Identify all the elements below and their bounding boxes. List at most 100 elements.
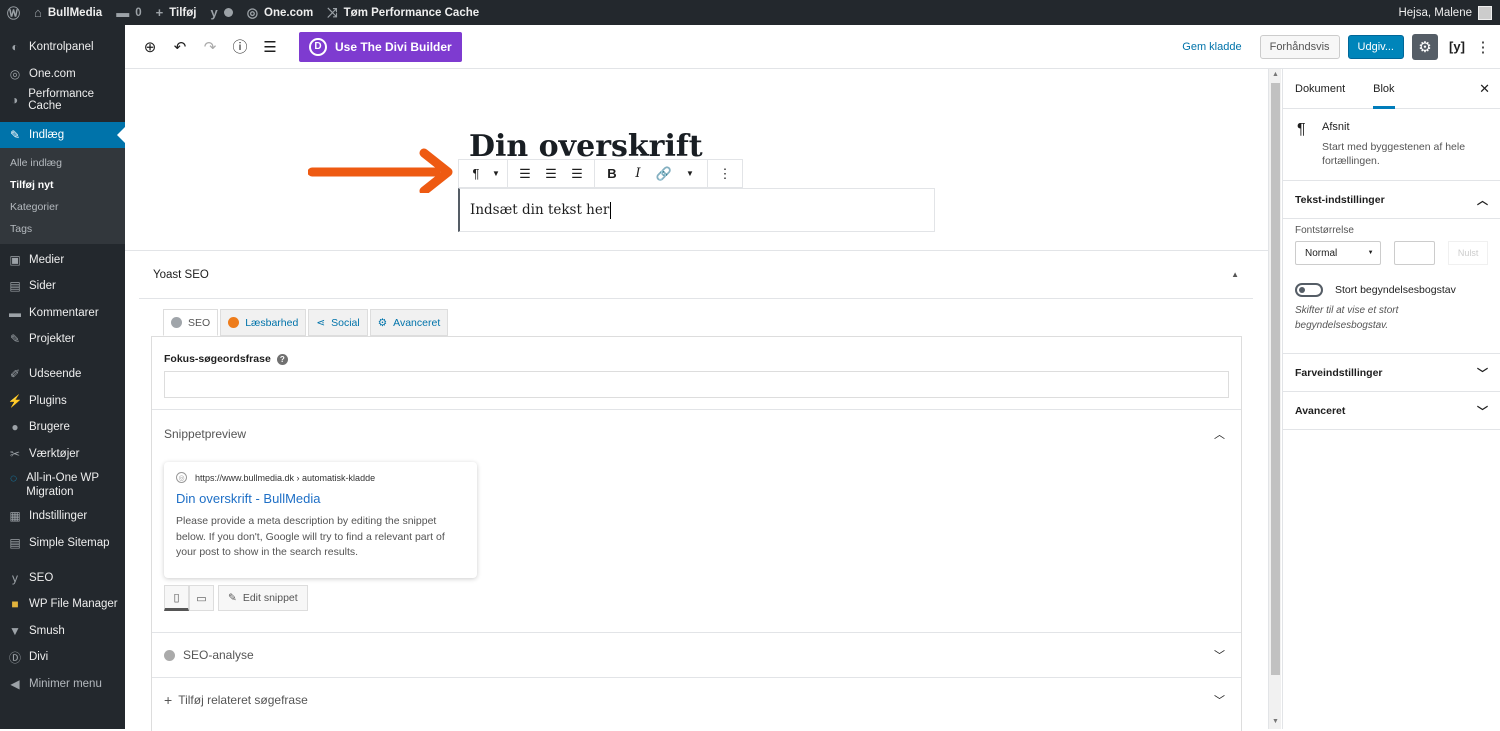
focus-keyphrase-input[interactable] bbox=[164, 371, 1229, 398]
custom-font-size-input[interactable] bbox=[1393, 241, 1436, 265]
sidebar-item-onecom[interactable]: ◎ One.com bbox=[0, 61, 125, 88]
collapse-menu-button[interactable]: ◀ Minimer menu bbox=[0, 671, 125, 698]
font-size-select[interactable]: Normal ▼ bbox=[1295, 241, 1381, 265]
sidebar-item-media[interactable]: ▣ Medier bbox=[0, 246, 125, 273]
sidebar-item-projects[interactable]: ✎ Projekter bbox=[0, 326, 125, 353]
paragraph-block[interactable]: Indsæt din tekst her bbox=[458, 188, 935, 232]
tab-readability[interactable]: Læsbarhed bbox=[220, 309, 307, 336]
more-formats-button[interactable]: ▼ bbox=[677, 161, 703, 187]
sidebar-item-performance-cache[interactable]: ◑ Performance Cache bbox=[0, 87, 125, 114]
onecom-link[interactable]: ◎ One.com bbox=[240, 0, 321, 25]
info-button[interactable]: ⓘ bbox=[227, 34, 253, 60]
italic-button[interactable]: I bbox=[625, 161, 651, 187]
add-block-button[interactable]: ⊕ bbox=[137, 34, 163, 60]
color-settings-header[interactable]: Farveindstillinger ﹀ bbox=[1283, 354, 1500, 392]
settings-toggle-button[interactable]: ⚙ bbox=[1412, 33, 1438, 60]
bold-button[interactable]: B bbox=[599, 161, 625, 187]
paragraph-transform-button[interactable]: ¶ bbox=[463, 161, 489, 187]
yoast-metabox-header[interactable]: Yoast SEO ▲ bbox=[139, 251, 1253, 299]
sidebar-item-dashboard[interactable]: ◐ Kontrolpanel bbox=[0, 34, 125, 61]
sidebar-item-users[interactable]: ● Brugere bbox=[0, 414, 125, 441]
arrow-annotation-icon bbox=[308, 148, 453, 193]
caret-down-icon: ▼ bbox=[492, 169, 500, 178]
submenu-add-new[interactable]: Tilføj nyt bbox=[0, 174, 125, 196]
yoast-icon: y bbox=[12, 570, 18, 585]
more-menu-button[interactable]: ⋮ bbox=[1476, 38, 1491, 56]
site-name-link[interactable]: ⌂ BullMedia bbox=[27, 0, 109, 25]
wordpress-logo[interactable]: Ⓦ bbox=[0, 0, 27, 25]
tab-social[interactable]: ⋖ Social bbox=[308, 309, 368, 336]
submenu-categories[interactable]: Kategorier bbox=[0, 196, 125, 218]
preview-button[interactable]: Forhåndsvis bbox=[1259, 34, 1340, 59]
yoast-seo-panel: Fokus-søgeordsfrase? Snippetpreview ︿ ◎ ht… bbox=[151, 336, 1242, 731]
save-draft-button[interactable]: Gem kladde bbox=[1182, 41, 1241, 53]
sidebar-item-migration[interactable]: ◌ All-in-One WP Migration bbox=[0, 467, 125, 503]
scrollbar-thumb[interactable] bbox=[1271, 83, 1280, 675]
tab-seo[interactable]: SEO bbox=[163, 309, 219, 336]
submenu-tags[interactable]: Tags bbox=[0, 218, 125, 240]
sidebar-item-settings[interactable]: ▦ Indstillinger bbox=[0, 503, 125, 530]
tab-block[interactable]: Blok bbox=[1373, 69, 1395, 109]
help-icon[interactable]: ? bbox=[276, 353, 288, 365]
divi-builder-button[interactable]: D Use The Divi Builder bbox=[299, 31, 462, 62]
align-left-button[interactable]: ☰ bbox=[512, 161, 538, 187]
page-icon: ▤ bbox=[9, 279, 21, 294]
sidebar-item-plugins[interactable]: ⚡ Plugins bbox=[0, 387, 125, 414]
editor-scrollbar[interactable]: ▲ ▼ bbox=[1268, 69, 1281, 729]
text-settings-body: Fontstørrelse Normal ▼ Nulst Stort begynd… bbox=[1283, 225, 1500, 354]
snippet-preview-card[interactable]: ◎ https://www.bullmedia.dk › automatisk-k… bbox=[164, 462, 477, 578]
scroll-up-icon[interactable]: ▲ bbox=[1272, 71, 1279, 78]
publish-button[interactable]: Udgiv... bbox=[1347, 34, 1404, 59]
sidebar-item-sitemap[interactable]: ▤ Simple Sitemap bbox=[0, 530, 125, 557]
snippet-url: ◎ https://www.bullmedia.dk › automatisk-k… bbox=[176, 472, 465, 483]
new-content-link[interactable]: + Tilføj bbox=[149, 0, 204, 25]
editor-canvas: Din overskrift ¶ ▼ ☰ ☰ ☰ B I 🔗 ▼ ⋮ Indsæ… bbox=[125, 69, 1268, 731]
outline-button[interactable]: ☰ bbox=[257, 34, 283, 60]
sidebar-item-comments[interactable]: ▬ Kommentarer bbox=[0, 300, 125, 327]
italic-icon: I bbox=[635, 166, 641, 181]
desktop-preview-button[interactable]: ▭ bbox=[189, 585, 214, 611]
tab-document[interactable]: Dokument bbox=[1295, 69, 1345, 109]
undo-button[interactable]: ↶ bbox=[167, 34, 193, 60]
sidebar-item-file-manager[interactable]: ■ WP File Manager bbox=[0, 591, 125, 618]
sidebar-item-smush[interactable]: ▼ Smush bbox=[0, 618, 125, 645]
related-keyphrase-header[interactable]: + Tilføj relateret søgefrase ﹀ bbox=[152, 677, 1241, 722]
tab-advanced[interactable]: ⚙ Avanceret bbox=[369, 309, 449, 336]
sidebar-item-pages[interactable]: ▤ Sider bbox=[0, 273, 125, 300]
sidebar-item-appearance[interactable]: ✐ Udseende bbox=[0, 361, 125, 388]
link-button[interactable]: 🔗 bbox=[651, 161, 677, 187]
advanced-settings-header[interactable]: Avanceret ﹀ bbox=[1283, 392, 1500, 430]
sidebar-item-divi[interactable]: Ⓓ Divi bbox=[0, 644, 125, 671]
transform-dropdown[interactable]: ▼ bbox=[489, 161, 503, 187]
edit-snippet-button[interactable]: ✎ Edit snippet bbox=[218, 585, 308, 611]
align-center-button[interactable]: ☰ bbox=[538, 161, 564, 187]
drop-cap-toggle[interactable] bbox=[1295, 283, 1323, 297]
redo-button[interactable]: ↷ bbox=[197, 34, 223, 60]
collapse-icon: ◀ bbox=[10, 676, 20, 691]
drop-cap-help: Skifter til at vise et stort begyndelses… bbox=[1295, 305, 1399, 331]
brush-icon: ✐ bbox=[9, 367, 21, 382]
reset-font-size-button[interactable]: Nulst bbox=[1448, 241, 1488, 265]
close-icon[interactable]: ✕ bbox=[1479, 81, 1490, 97]
align-right-button[interactable]: ☰ bbox=[564, 161, 590, 187]
divi-icon: D bbox=[309, 37, 327, 56]
sidebar-item-seo[interactable]: y SEO bbox=[0, 564, 125, 591]
sidebar-item-tools[interactable]: ✂ Værktøjer bbox=[0, 441, 125, 468]
yoast-admin-link[interactable]: y bbox=[203, 0, 239, 25]
yoast-sidebar-button[interactable]: [y] bbox=[1446, 36, 1468, 58]
admin-bar: Ⓦ ⌂ BullMedia ▬ 0 + Tilføj y ◎ One.com ⤨ Tøm … bbox=[0, 0, 1500, 25]
text-settings-header[interactable]: Tekst-indstillinger ︿ bbox=[1283, 181, 1500, 219]
plugin-icon: ⚡ bbox=[7, 393, 23, 408]
scroll-down-icon[interactable]: ▼ bbox=[1272, 718, 1279, 725]
sidebar-item-posts[interactable]: ✎ Indlæg bbox=[0, 121, 125, 149]
submenu-all-posts[interactable]: Alle indlæg bbox=[0, 152, 125, 174]
comments-link[interactable]: ▬ 0 bbox=[109, 0, 148, 25]
plus-circle-icon: ⊕ bbox=[143, 38, 157, 56]
seo-analysis-header[interactable]: SEO-analyse ﹀ bbox=[152, 632, 1241, 677]
block-more-options-button[interactable]: ⋮ bbox=[712, 161, 738, 187]
clear-cache-link[interactable]: ⤨ Tøm Performance Cache bbox=[320, 0, 486, 25]
onecom-icon: ◎ bbox=[246, 4, 259, 20]
snippet-preview-header[interactable]: Snippetpreview ︿ bbox=[152, 409, 1241, 457]
mobile-preview-button[interactable]: ▯ bbox=[164, 585, 189, 611]
account-menu[interactable]: Hejsa, Malene bbox=[1398, 5, 1500, 20]
